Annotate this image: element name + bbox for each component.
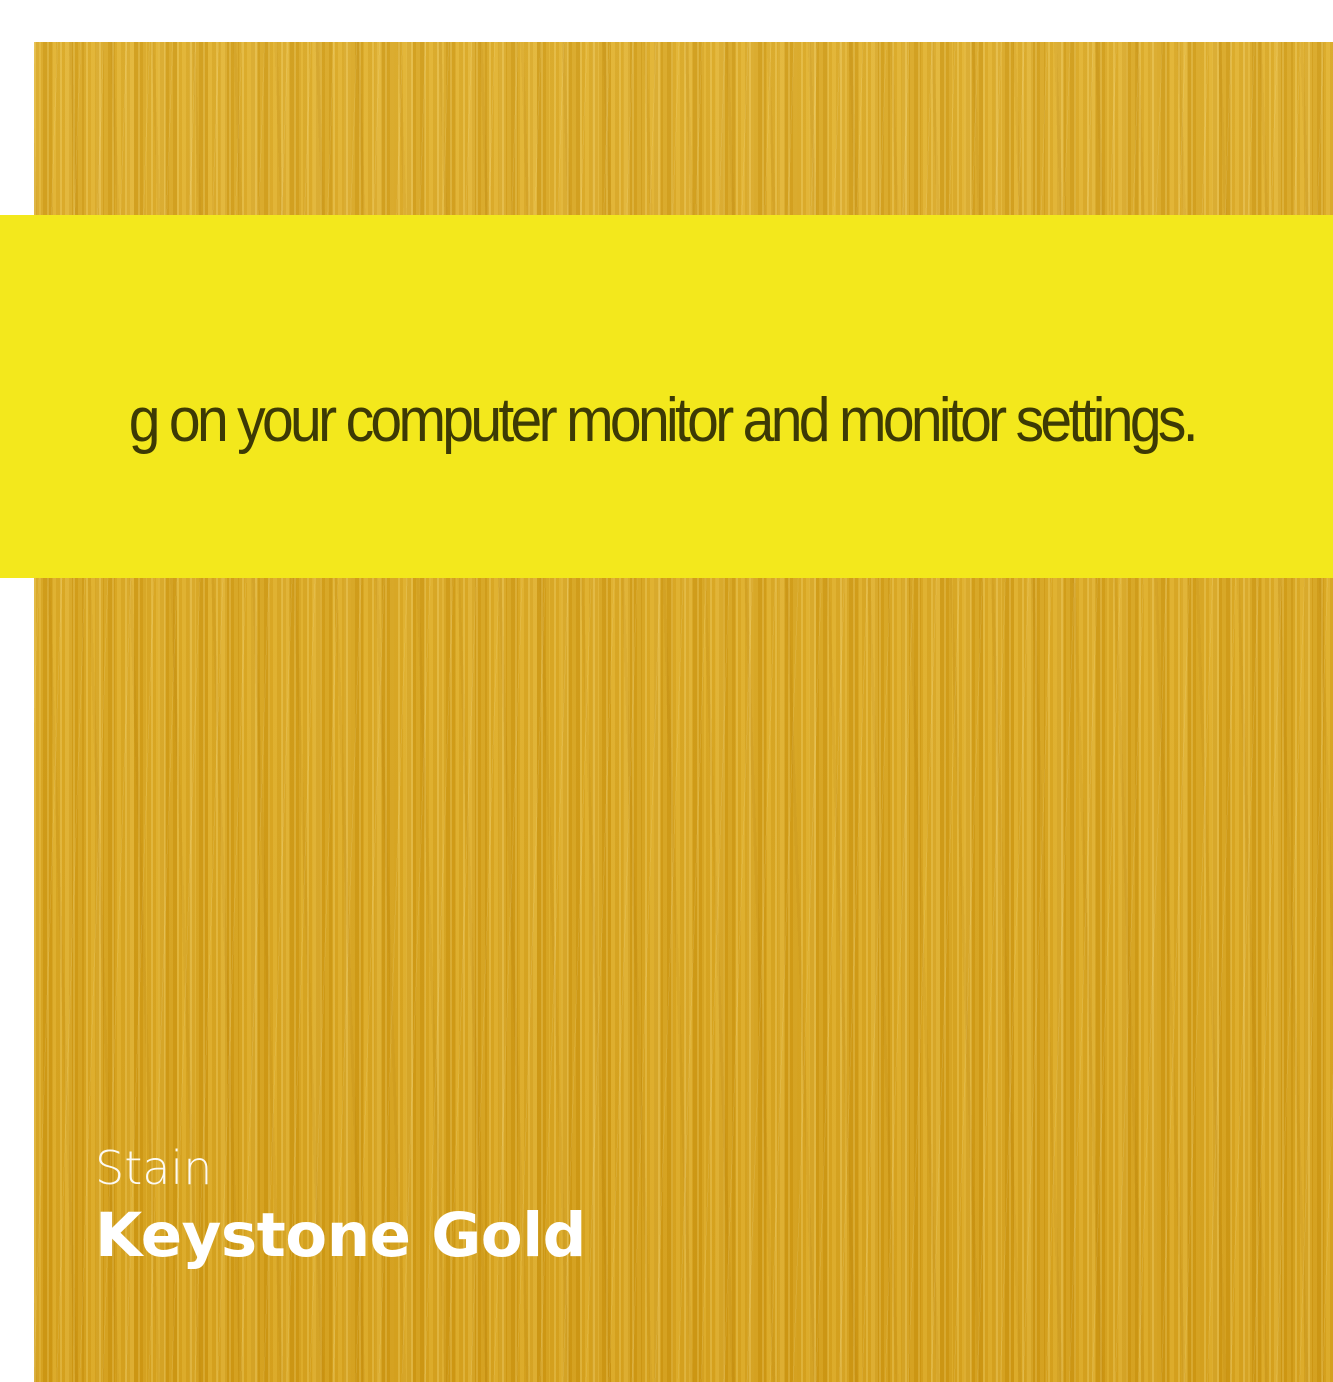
swatch-color-name: Keystone Gold [95,1200,586,1271]
color-disclaimer-text: g on your computer monitor and monitor s… [128,386,1199,455]
swatch-caption: Stain Keystone Gold [95,1138,586,1274]
swatch-type-label: Stain [95,1141,213,1195]
color-disclaimer-banner: g on your computer monitor and monitor s… [0,215,1333,578]
